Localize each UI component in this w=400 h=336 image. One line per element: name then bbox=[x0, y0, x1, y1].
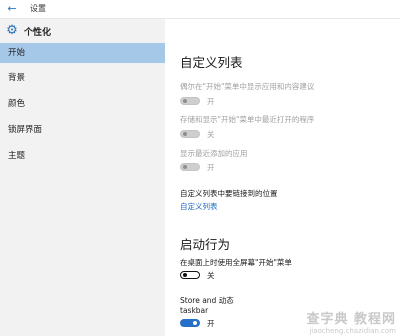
back-arrow-icon[interactable]: ← bbox=[4, 1, 20, 17]
sidebar-title: 个性化 bbox=[24, 28, 52, 38]
store-state: 开 bbox=[207, 319, 215, 328]
toggle-knob bbox=[183, 273, 187, 277]
gear-icon: ⚙ bbox=[6, 23, 18, 38]
fullscreen-state: 关 bbox=[207, 271, 215, 280]
store-label-taskbar: taskbar bbox=[180, 306, 209, 315]
suggestions-label: 偶尔在"开始"菜单中显示应用和内容建议 bbox=[180, 82, 315, 91]
sidebar-item-background[interactable]: 背景 bbox=[0, 68, 165, 88]
toggle-knob bbox=[183, 165, 187, 169]
recent-apps-state: 开 bbox=[207, 163, 215, 172]
toggle-knob bbox=[183, 99, 187, 103]
watermark-title: 查字典 教程网 bbox=[306, 312, 396, 327]
main-content: 自定义列表 偶尔在"开始"菜单中显示应用和内容建议 开 存储和显示"开始"菜单中… bbox=[165, 19, 400, 336]
section-title-startup-behavior: 启动行为 bbox=[180, 237, 231, 252]
sidebar: ⚙ 个性化 开始 背景 颜色 锁屏界面 主题 bbox=[0, 19, 165, 336]
sidebar-item-start[interactable]: 开始 bbox=[0, 43, 165, 63]
recent-programs-state: 关 bbox=[207, 130, 215, 139]
toggle-knob bbox=[193, 321, 197, 325]
toggle-knob bbox=[183, 132, 187, 136]
recent-apps-toggle[interactable] bbox=[180, 163, 200, 171]
sidebar-item-lock-screen[interactable]: 锁屏界面 bbox=[0, 120, 165, 140]
title-bar: ← 设置 bbox=[0, 0, 400, 19]
recent-programs-label: 存储和显示"开始"菜单中最近打开的程序 bbox=[180, 115, 315, 124]
section-title-customize-list: 自定义列表 bbox=[180, 55, 243, 70]
folders-label: 自定义列表中要链接到的位置 bbox=[180, 189, 278, 198]
suggestions-state: 开 bbox=[207, 97, 215, 106]
sidebar-item-themes[interactable]: 主题 bbox=[0, 146, 165, 166]
suggestions-toggle[interactable] bbox=[180, 97, 200, 105]
fullscreen-toggle[interactable] bbox=[180, 271, 200, 279]
watermark-url: jiaocheng.chazidian.com bbox=[309, 327, 396, 335]
window-title: 设置 bbox=[30, 4, 46, 13]
customize-list-link[interactable]: 自定义列表 bbox=[180, 201, 218, 212]
store-toggle[interactable] bbox=[180, 319, 200, 327]
sidebar-item-colors[interactable]: 颜色 bbox=[0, 94, 165, 114]
fullscreen-label: 在桌面上时使用全屏幕"开始"菜单 bbox=[180, 258, 292, 267]
recent-programs-toggle[interactable] bbox=[180, 130, 200, 138]
sidebar-header: ⚙ 个性化 bbox=[0, 19, 165, 43]
site-watermark: 查字典 教程网 jiaocheng.chazidian.com bbox=[306, 308, 396, 335]
recent-apps-label: 显示最近添加的应用 bbox=[180, 149, 248, 158]
store-label: Store and 动态 bbox=[180, 296, 234, 305]
